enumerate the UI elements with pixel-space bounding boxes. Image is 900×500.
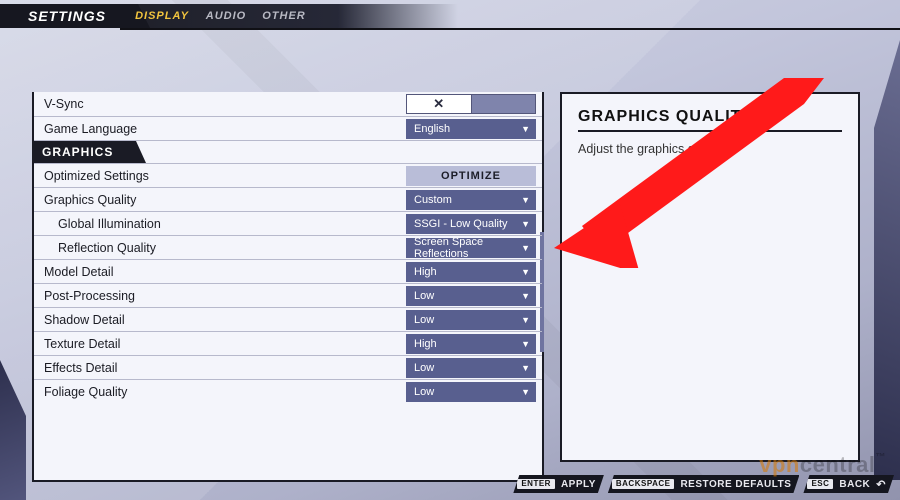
reflection-quality-label: Reflection Quality xyxy=(34,241,406,255)
row-texture-detail[interactable]: Texture Detail High ▼ xyxy=(34,331,542,355)
back-arrow-icon: ↶ xyxy=(876,478,886,491)
reflection-quality-value: Screen Space Reflections xyxy=(414,236,521,260)
page-title: SETTINGS xyxy=(0,4,150,28)
tab-other[interactable]: OTHER xyxy=(252,4,316,28)
effects-detail-label: Effects Detail xyxy=(34,361,406,375)
chevron-down-icon: ▼ xyxy=(521,267,530,277)
reflection-quality-dropdown[interactable]: Screen Space Reflections ▼ xyxy=(406,238,536,258)
watermark-tm: ™ xyxy=(876,452,887,463)
language-dropdown[interactable]: English ▼ xyxy=(406,119,536,139)
foliage-quality-value: Low xyxy=(414,386,434,398)
language-value: English xyxy=(414,123,450,135)
decor-edge-left xyxy=(0,360,26,500)
model-detail-value: High xyxy=(414,266,437,278)
esc-keycap: ESC xyxy=(807,479,833,489)
row-effects-detail[interactable]: Effects Detail Low ▼ xyxy=(34,355,542,379)
watermark-b: central xyxy=(800,452,876,477)
chevron-down-icon: ▼ xyxy=(521,387,530,397)
enter-keycap: ENTER xyxy=(517,479,555,489)
chevron-down-icon: ▼ xyxy=(521,291,530,301)
texture-detail-dropdown[interactable]: High ▼ xyxy=(406,334,536,354)
foliage-quality-label: Foliage Quality xyxy=(34,385,406,399)
post-processing-value: Low xyxy=(414,290,434,302)
topbar: SETTINGS DISPLAY AUDIO OTHER xyxy=(0,4,900,34)
vsync-on-seg[interactable] xyxy=(472,94,537,114)
global-illumination-label: Global Illumination xyxy=(34,217,406,231)
row-shadow-detail[interactable]: Shadow Detail Low ▼ xyxy=(34,307,542,331)
vsync-off-seg[interactable]: ✕ xyxy=(406,94,472,114)
vsync-label: V-Sync xyxy=(34,97,406,111)
effects-detail-dropdown[interactable]: Low ▼ xyxy=(406,358,536,378)
info-description: Adjust the graphics quality. xyxy=(578,142,842,156)
optimize-button[interactable]: OPTIMIZE xyxy=(406,166,536,186)
post-processing-dropdown[interactable]: Low ▼ xyxy=(406,286,536,306)
row-global-illumination[interactable]: Global Illumination SSGI - Low Quality ▼ xyxy=(34,211,542,235)
chevron-down-icon: ▼ xyxy=(521,339,530,349)
row-reflection-quality[interactable]: Reflection Quality Screen Space Reflecti… xyxy=(34,235,542,259)
graphics-quality-label: Graphics Quality xyxy=(34,193,406,207)
graphics-quality-dropdown[interactable]: Custom ▼ xyxy=(406,190,536,210)
settings-list-panel: V-Sync ✕ Game Language English ▼ GRAPHIC… xyxy=(32,92,544,482)
shadow-detail-dropdown[interactable]: Low ▼ xyxy=(406,310,536,330)
chevron-down-icon: ▼ xyxy=(521,315,530,325)
vsync-toggle[interactable]: ✕ xyxy=(406,94,536,114)
model-detail-dropdown[interactable]: High ▼ xyxy=(406,262,536,282)
tab-audio[interactable]: AUDIO xyxy=(194,4,258,28)
row-foliage-quality[interactable]: Foliage Quality Low ▼ xyxy=(34,379,542,403)
texture-detail-value: High xyxy=(414,338,437,350)
post-processing-label: Post-Processing xyxy=(34,289,406,303)
back-label: BACK xyxy=(839,479,870,490)
decor-edge-right xyxy=(874,40,900,480)
row-vsync[interactable]: V-Sync ✕ xyxy=(34,92,542,116)
foliage-quality-dropdown[interactable]: Low ▼ xyxy=(406,382,536,402)
row-optimized[interactable]: Optimized Settings OPTIMIZE xyxy=(34,163,542,187)
effects-detail-value: Low xyxy=(414,362,434,374)
row-post-processing[interactable]: Post-Processing Low ▼ xyxy=(34,283,542,307)
watermark: vpncentral™ xyxy=(759,452,886,478)
global-illumination-dropdown[interactable]: SSGI - Low Quality ▼ xyxy=(406,214,536,234)
chevron-down-icon: ▼ xyxy=(521,219,530,229)
language-label: Game Language xyxy=(34,122,406,136)
global-illumination-value: SSGI - Low Quality xyxy=(414,218,508,230)
apply-button[interactable]: ENTER APPLY xyxy=(513,475,604,493)
row-graphics-quality[interactable]: Graphics Quality Custom ▼ xyxy=(34,187,542,211)
chevron-down-icon: ▼ xyxy=(521,124,530,134)
chevron-down-icon: ▼ xyxy=(521,363,530,373)
shadow-detail-label: Shadow Detail xyxy=(34,313,406,327)
section-graphics-wrap: GRAPHICS xyxy=(34,140,542,163)
texture-detail-label: Texture Detail xyxy=(34,337,406,351)
restore-label: RESTORE DEFAULTS xyxy=(680,479,791,490)
graphics-quality-value: Custom xyxy=(414,194,452,206)
row-language[interactable]: Game Language English ▼ xyxy=(34,116,542,140)
tab-display[interactable]: DISPLAY xyxy=(130,4,194,28)
optimized-label: Optimized Settings xyxy=(34,169,406,183)
topbar-underline xyxy=(120,28,900,30)
row-model-detail[interactable]: Model Detail High ▼ xyxy=(34,259,542,283)
info-panel: GRAPHICS QUALITY Adjust the graphics qua… xyxy=(560,92,860,462)
model-detail-label: Model Detail xyxy=(34,265,406,279)
chevron-down-icon: ▼ xyxy=(521,243,530,253)
apply-label: APPLY xyxy=(561,479,596,490)
backspace-keycap: BACKSPACE xyxy=(612,479,675,489)
watermark-a: vpn xyxy=(759,452,800,477)
section-graphics-heading: GRAPHICS xyxy=(34,141,146,163)
shadow-detail-value: Low xyxy=(414,314,434,326)
chevron-down-icon: ▼ xyxy=(521,195,530,205)
info-heading: GRAPHICS QUALITY xyxy=(578,108,842,132)
